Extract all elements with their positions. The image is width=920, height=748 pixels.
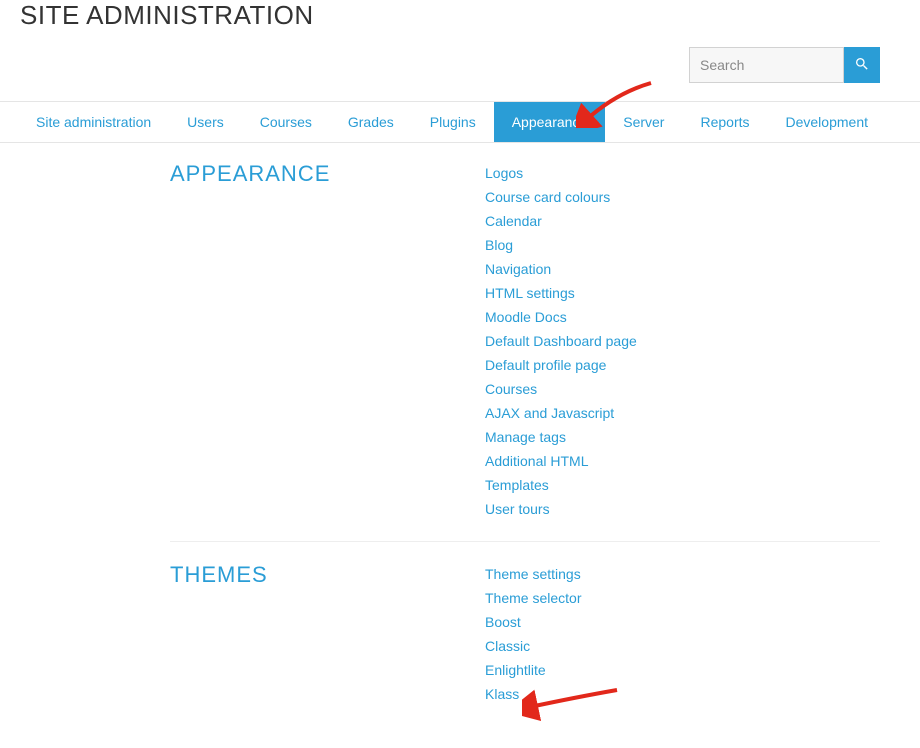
section-heading-appearance: APPEARANCE bbox=[170, 161, 485, 521]
page-title: SITE ADMINISTRATION bbox=[0, 0, 920, 31]
link-additional-html[interactable]: Additional HTML bbox=[485, 449, 880, 473]
section-heading-themes: THEMES bbox=[170, 562, 485, 706]
link-ajax-and-javascript[interactable]: AJAX and Javascript bbox=[485, 401, 880, 425]
link-boost[interactable]: Boost bbox=[485, 610, 880, 634]
content-area: APPEARANCE Logos Course card colours Cal… bbox=[0, 143, 920, 726]
tab-server[interactable]: Server bbox=[605, 102, 682, 142]
tab-site-administration[interactable]: Site administration bbox=[18, 102, 169, 142]
appearance-link-list: Logos Course card colours Calendar Blog … bbox=[485, 161, 880, 521]
search-icon bbox=[854, 56, 870, 75]
tab-plugins[interactable]: Plugins bbox=[412, 102, 494, 142]
link-blog[interactable]: Blog bbox=[485, 233, 880, 257]
tab-users[interactable]: Users bbox=[169, 102, 242, 142]
link-moodle-docs[interactable]: Moodle Docs bbox=[485, 305, 880, 329]
link-calendar[interactable]: Calendar bbox=[485, 209, 880, 233]
tab-grades[interactable]: Grades bbox=[330, 102, 412, 142]
tab-appearance[interactable]: Appearance bbox=[494, 102, 606, 142]
search-container bbox=[0, 47, 920, 83]
link-logos[interactable]: Logos bbox=[485, 161, 880, 185]
link-default-profile-page[interactable]: Default profile page bbox=[485, 353, 880, 377]
tab-development[interactable]: Development bbox=[768, 102, 887, 142]
link-klass[interactable]: Klass bbox=[485, 682, 880, 706]
link-course-card-colours[interactable]: Course card colours bbox=[485, 185, 880, 209]
tabs-nav: Site administration Users Courses Grades… bbox=[0, 101, 920, 143]
link-manage-tags[interactable]: Manage tags bbox=[485, 425, 880, 449]
link-courses[interactable]: Courses bbox=[485, 377, 880, 401]
tab-courses[interactable]: Courses bbox=[242, 102, 330, 142]
section-appearance: APPEARANCE Logos Course card colours Cal… bbox=[170, 161, 880, 541]
link-classic[interactable]: Classic bbox=[485, 634, 880, 658]
link-theme-settings[interactable]: Theme settings bbox=[485, 562, 880, 586]
link-default-dashboard-page[interactable]: Default Dashboard page bbox=[485, 329, 880, 353]
tab-reports[interactable]: Reports bbox=[682, 102, 767, 142]
link-enlightlite[interactable]: Enlightlite bbox=[485, 658, 880, 682]
link-user-tours[interactable]: User tours bbox=[485, 497, 880, 521]
section-themes: THEMES Theme settings Theme selector Boo… bbox=[170, 541, 880, 726]
search-input[interactable] bbox=[689, 47, 844, 83]
themes-link-list: Theme settings Theme selector Boost Clas… bbox=[485, 562, 880, 706]
link-html-settings[interactable]: HTML settings bbox=[485, 281, 880, 305]
link-theme-selector[interactable]: Theme selector bbox=[485, 586, 880, 610]
link-navigation[interactable]: Navigation bbox=[485, 257, 880, 281]
link-templates[interactable]: Templates bbox=[485, 473, 880, 497]
search-button[interactable] bbox=[844, 47, 880, 83]
